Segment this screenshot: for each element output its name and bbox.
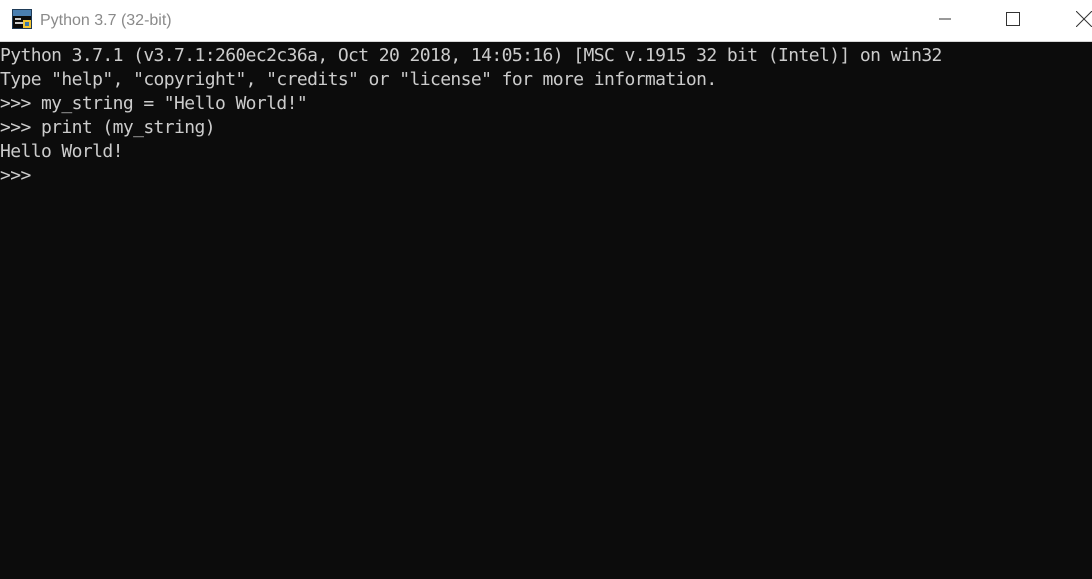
python-console-window: Python 3.7 (32-bit) Python 3.7.1 (v3.7.1… bbox=[0, 0, 1092, 579]
console-line-input: >>> print (my_string) bbox=[0, 117, 216, 138]
console-prompt[interactable]: >>> bbox=[0, 164, 1092, 188]
minimize-icon bbox=[939, 12, 951, 30]
close-button[interactable] bbox=[1062, 0, 1092, 42]
close-icon bbox=[1075, 10, 1092, 32]
minimize-button[interactable] bbox=[922, 0, 968, 42]
maximize-icon bbox=[1006, 11, 1020, 31]
python-icon[interactable] bbox=[12, 9, 32, 29]
console-line-info: Type "help", "copyright", "credits" or "… bbox=[0, 69, 717, 90]
console-line-output: Hello World! bbox=[0, 141, 123, 162]
console-output[interactable]: Python 3.7.1 (v3.7.1:260ec2c36a, Oct 20 … bbox=[0, 43, 1092, 579]
window-title: Python 3.7 (32-bit) bbox=[40, 12, 172, 29]
console-line-banner: Python 3.7.1 (v3.7.1:260ec2c36a, Oct 20 … bbox=[0, 45, 942, 66]
console-line-input: >>> my_string = "Hello World!" bbox=[0, 93, 308, 114]
maximize-button[interactable] bbox=[990, 0, 1036, 42]
title-bar[interactable]: Python 3.7 (32-bit) bbox=[0, 0, 1092, 42]
